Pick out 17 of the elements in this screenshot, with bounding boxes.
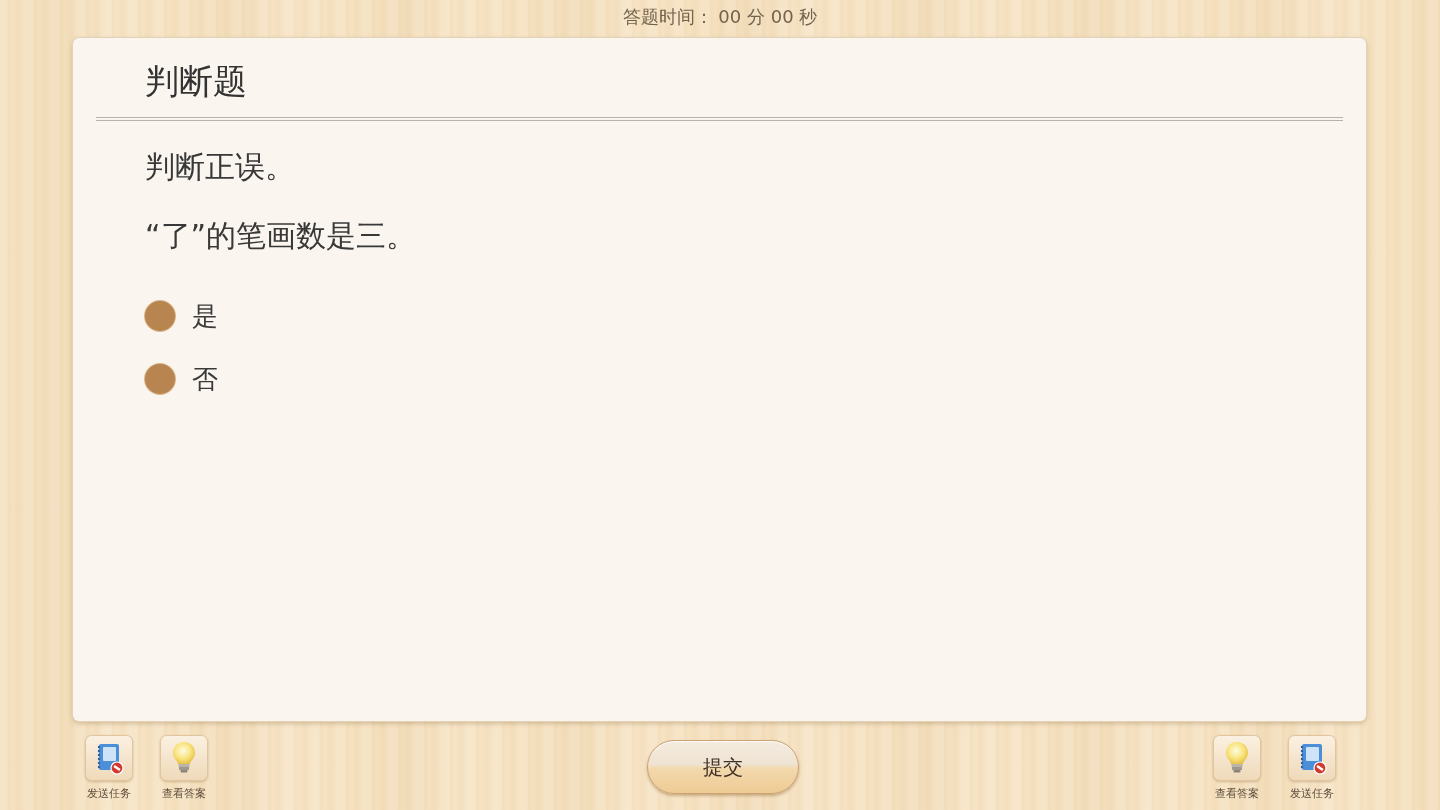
notebook-icon xyxy=(85,735,133,781)
question-instruction: 判断正误。 xyxy=(145,148,296,186)
question-type-title: 判断题 xyxy=(145,59,247,103)
lightbulb-icon xyxy=(1213,735,1261,781)
radio-button[interactable] xyxy=(145,301,175,331)
option-label: 否 xyxy=(192,363,218,396)
notebook-icon xyxy=(1288,735,1336,781)
question-stem: “了”的笔画数是三。 xyxy=(145,217,418,255)
send-task-button[interactable]: 发送任务 xyxy=(85,735,133,801)
answer-timer: 答题时间： 00 分 00 秒 xyxy=(622,5,818,29)
lightbulb-icon xyxy=(160,735,208,781)
option-label: 是 xyxy=(192,300,218,333)
submit-button[interactable]: 提交 xyxy=(646,740,799,794)
send-task-button[interactable]: 发送任务 xyxy=(1288,735,1336,801)
view-answer-button[interactable]: 查看答案 xyxy=(1213,735,1261,801)
radio-button[interactable] xyxy=(145,364,175,394)
view-answer-button[interactable]: 查看答案 xyxy=(160,735,208,801)
